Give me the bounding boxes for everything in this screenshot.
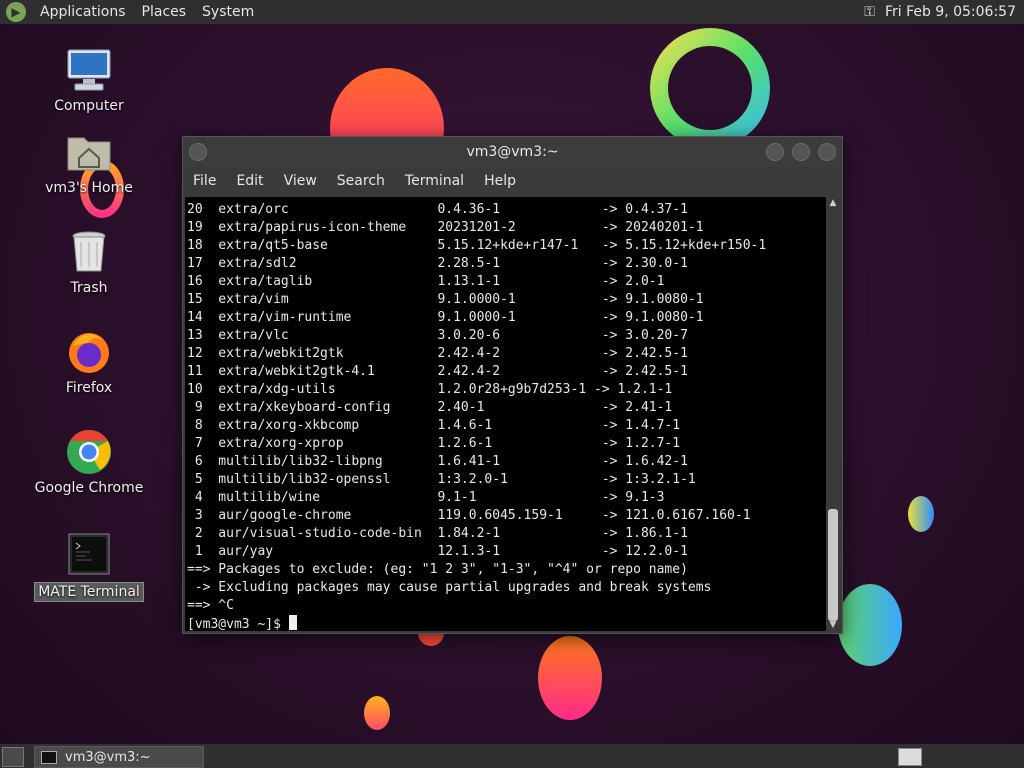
terminal-line: 3 aur/google-chrome 119.0.6045.159-1 -> … xyxy=(194,508,751,523)
desktop-icon-home[interactable]: vm3's Home xyxy=(34,128,144,196)
clock[interactable]: Fri Feb 9, 05:06:57 xyxy=(885,4,1016,20)
menu-applications[interactable]: Applications xyxy=(32,0,134,24)
terminal-line: 4 multilib/wine 9.1-1 -> 9.1-3 xyxy=(194,490,665,505)
wallpaper-pink-blob xyxy=(538,636,602,720)
wallpaper-ring xyxy=(650,28,770,148)
network-key-icon[interactable]: ⚿ xyxy=(864,4,875,20)
desktop-icon-label: Trash xyxy=(70,280,108,296)
terminal-line: 7 extra/xorg-xprop 1.2.6-1 -> 1.2.7-1 xyxy=(194,436,681,451)
terminal-line: 10 extra/xdg-utils 1.2.0r28+g9b7d253-1 -… xyxy=(187,382,673,397)
trash-icon xyxy=(65,228,113,276)
terminal-line: 16 extra/taglib 1.13.1-1 -> 2.0-1 xyxy=(187,274,665,289)
menu-system[interactable]: System xyxy=(194,0,262,24)
window-titlebar[interactable]: vm3@vm3:~ xyxy=(183,137,842,167)
terminal-line: 1 aur/yay 12.1.3-1 -> 12.2.0-1 xyxy=(194,544,688,559)
mate-logo-icon[interactable]: ▶ xyxy=(6,2,26,22)
close-icon[interactable] xyxy=(818,143,836,161)
terminal-prompt: [vm3@vm3 ~]$ xyxy=(187,617,289,631)
menu-places[interactable]: Places xyxy=(134,0,195,24)
window-menubar: File Edit View Search Terminal Help xyxy=(183,167,842,195)
taskbar-item-terminal[interactable]: vm3@vm3:~ xyxy=(34,746,204,768)
terminal-line: 8 extra/xorg-xkbcomp 1.4.6-1 -> 1.4.7-1 xyxy=(194,418,681,433)
terminal-line: 2 aur/visual-studio-code-bin 1.84.2-1 ->… xyxy=(194,526,688,541)
firefox-icon xyxy=(65,328,113,376)
terminal-text: 20 extra/orc 0.4.36-1 -> 0.4.37-1 19 ext… xyxy=(185,197,826,631)
taskbar-item-label: vm3@vm3:~ xyxy=(65,749,151,765)
terminal-output[interactable]: 20 extra/orc 0.4.36-1 -> 0.4.37-1 19 ext… xyxy=(185,197,826,631)
desktop-icon-mate-terminal[interactable]: MATE Terminal xyxy=(34,530,144,602)
desktop-icon-label: MATE Terminal xyxy=(34,582,144,602)
menu-help[interactable]: Help xyxy=(474,173,526,189)
window-title: vm3@vm3:~ xyxy=(466,144,559,160)
terminal-scrollbar[interactable]: ▲ ▼ xyxy=(826,197,840,631)
wallpaper-green-blob xyxy=(838,584,902,666)
terminal-line: -> Excluding packages may cause partial … xyxy=(194,580,712,595)
minimize-icon[interactable] xyxy=(766,143,784,161)
terminal-line: ==> ^C xyxy=(187,598,234,613)
scroll-up-icon[interactable]: ▲ xyxy=(826,197,840,209)
menu-edit[interactable]: Edit xyxy=(226,173,273,189)
desktop-icon-trash[interactable]: Trash xyxy=(34,228,144,296)
chrome-icon xyxy=(65,428,113,476)
terminal-cursor xyxy=(288,615,297,630)
home-folder-icon xyxy=(65,128,113,176)
terminal-icon xyxy=(65,530,113,578)
desktop-icon-computer[interactable]: Computer xyxy=(34,46,144,114)
menu-view[interactable]: View xyxy=(274,173,327,189)
menu-file[interactable]: File xyxy=(183,173,226,189)
wallpaper-small-green-blob xyxy=(908,496,934,532)
terminal-line: 15 extra/vim 9.1.0000-1 -> 9.1.0080-1 xyxy=(187,292,704,307)
scrollbar-thumb[interactable] xyxy=(828,509,838,621)
terminal-line: 12 extra/webkit2gtk 2.42.4-2 -> 2.42.5-1 xyxy=(187,346,688,361)
terminal-line: 11 extra/webkit2gtk-4.1 2.42.4-2 -> 2.42… xyxy=(187,364,688,379)
computer-icon xyxy=(65,46,113,94)
terminal-line: 18 extra/qt5-base 5.15.12+kde+r147-1 -> … xyxy=(187,238,767,253)
desktop-icon-chrome[interactable]: Google Chrome xyxy=(34,428,144,496)
terminal-line: ==> Packages to exclude: (eg: "1 2 3", "… xyxy=(187,562,688,577)
terminal-line: 17 extra/sdl2 2.28.5-1 -> 2.30.0-1 xyxy=(187,256,688,271)
top-panel-tray: ⚿ Fri Feb 9, 05:06:57 xyxy=(864,0,1016,24)
terminal-line: 20 extra/orc 0.4.36-1 -> 0.4.37-1 xyxy=(187,202,688,217)
show-desktop-icon[interactable] xyxy=(2,747,24,767)
desktop-icon-label: vm3's Home xyxy=(45,180,133,196)
scroll-down-icon[interactable]: ▼ xyxy=(826,619,840,631)
desktop-icon-firefox[interactable]: Firefox xyxy=(34,328,144,396)
maximize-icon[interactable] xyxy=(792,143,810,161)
terminal-line: 19 extra/papirus-icon-theme 20231201-2 -… xyxy=(187,220,704,235)
menu-terminal[interactable]: Terminal xyxy=(395,173,474,189)
wallpaper-small-blob xyxy=(364,696,390,730)
terminal-line: 5 multilib/lib32-openssl 1:3.2.0-1 -> 1:… xyxy=(194,472,696,487)
terminal-line: 13 extra/vlc 3.0.20-6 -> 3.0.20-7 xyxy=(187,328,688,343)
menu-search[interactable]: Search xyxy=(327,173,395,189)
terminal-line: 9 extra/xkeyboard-config 2.40-1 -> 2.41-… xyxy=(194,400,673,415)
terminal-line: 6 multilib/lib32-libpng 1.6.41-1 -> 1.6.… xyxy=(194,454,688,469)
bottom-panel: vm3@vm3:~ xyxy=(0,744,1024,768)
desktop-icon-label: Computer xyxy=(54,98,124,114)
workspace-switcher[interactable] xyxy=(898,748,922,766)
terminal-small-icon xyxy=(41,750,57,764)
window-menu-icon[interactable] xyxy=(189,143,207,161)
desktop-icon-label: Firefox xyxy=(65,380,113,396)
top-panel: ▶ Applications Places System ⚿ Fri Feb 9… xyxy=(0,0,1024,24)
terminal-line: 14 extra/vim-runtime 9.1.0000-1 -> 9.1.0… xyxy=(187,310,704,325)
terminal-window[interactable]: vm3@vm3:~ File Edit View Search Terminal… xyxy=(182,136,843,634)
desktop-icon-label: Google Chrome xyxy=(34,480,144,496)
